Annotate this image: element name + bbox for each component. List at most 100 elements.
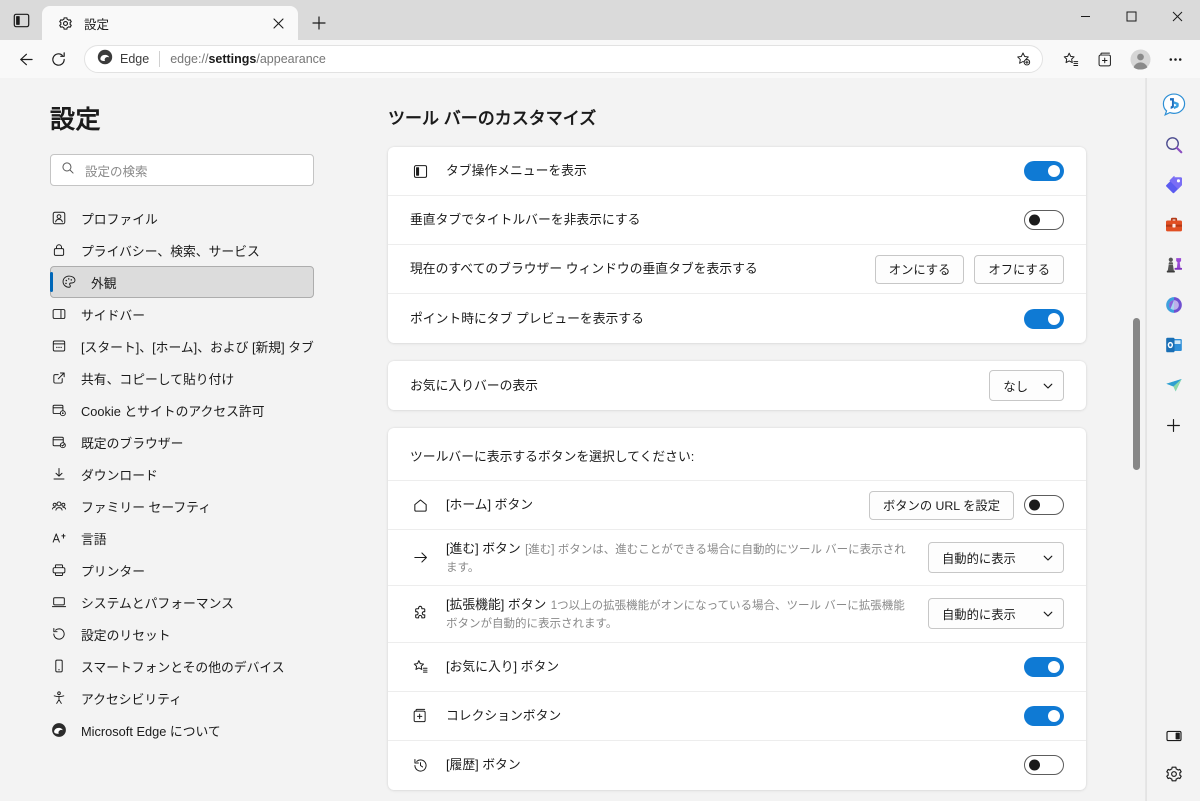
more-options-icon[interactable] bbox=[1158, 44, 1192, 74]
row-text: [履歴] ボタン bbox=[446, 746, 1010, 783]
sidebar-item-accessibility[interactable]: アクセシビリティ bbox=[0, 682, 338, 714]
family-safety-icon bbox=[50, 497, 68, 515]
scrollbar-thumb[interactable] bbox=[1133, 318, 1140, 470]
sidebar-item-label: ダウンロード bbox=[81, 467, 158, 483]
row-control bbox=[1024, 705, 1064, 726]
row-show-favorites-bar[interactable]: お気に入りバーの表示 なし bbox=[388, 361, 1086, 410]
row-collections-button[interactable]: コレクションボタン bbox=[388, 692, 1086, 741]
row-favorites-button[interactable]: [お気に入り] ボタン bbox=[388, 643, 1086, 692]
card-tab-settings: タブ操作メニューを表示 垂直タブでタイトルバーを非表示にする 現在のすべてのブラ… bbox=[388, 147, 1086, 343]
row-history-button[interactable]: [履歴] ボタン bbox=[388, 741, 1086, 790]
sidebar-item-cookies-site-permissions[interactable]: Cookie とサイトのアクセス許可 bbox=[0, 394, 338, 426]
close-button[interactable] bbox=[1154, 0, 1200, 32]
maximize-button[interactable] bbox=[1108, 0, 1154, 32]
window-controls bbox=[1062, 0, 1200, 40]
row-text: コレクションボタン bbox=[446, 697, 1010, 734]
edge-logo-icon bbox=[97, 49, 113, 70]
sidebar-item-share-copy-paste[interactable]: 共有、コピーして貼り付け bbox=[0, 362, 338, 394]
turn-off-button[interactable]: オフにする bbox=[974, 254, 1064, 284]
games-chess-icon[interactable] bbox=[1157, 248, 1191, 282]
sidebar-item-family-safety[interactable]: ファミリー セーフティ bbox=[0, 490, 338, 522]
edge-brand-indicator: Edge bbox=[97, 49, 149, 70]
copilot-bing-icon[interactable] bbox=[1157, 88, 1191, 122]
address-bar[interactable]: Edge edge://settings/appearance bbox=[84, 45, 1043, 73]
sidebar-item-label: 設定のリセット bbox=[81, 627, 171, 643]
close-icon[interactable] bbox=[266, 11, 290, 35]
sidebar-item-system-performance[interactable]: システムとパフォーマンス bbox=[0, 586, 338, 618]
sidebar-item-start-home-new-tabs[interactable]: [スタート]、[ホーム]、および [新規] タブ bbox=[0, 330, 338, 362]
row-show-tab-actions-menu[interactable]: タブ操作メニューを表示 bbox=[388, 147, 1086, 196]
search-input[interactable]: 設定の検索 bbox=[50, 154, 314, 186]
search-input-placeholder: 設定の検索 bbox=[85, 164, 148, 179]
browser-toolbar: Edge edge://settings/appearance bbox=[0, 40, 1200, 78]
toggle-hide-titlebar-vertical-tabs[interactable] bbox=[1024, 210, 1064, 230]
sidebar-item-downloads[interactable]: ダウンロード bbox=[0, 458, 338, 490]
row-show-vertical-tabs-all-windows[interactable]: 現在のすべてのブラウザー ウィンドウの垂直タブを表示する オンにする オフにする bbox=[388, 245, 1086, 294]
row-control bbox=[1024, 656, 1064, 677]
settings-search-wrap: 設定の検索 bbox=[0, 154, 338, 186]
edge-sidebar bbox=[1146, 78, 1200, 801]
tab-actions-menu-button[interactable] bbox=[0, 0, 42, 40]
dropdown-extensions-button[interactable]: 自動的に表示 bbox=[928, 598, 1064, 630]
sidebar-item-printers[interactable]: プリンター bbox=[0, 554, 338, 586]
sidebar-item-languages[interactable]: 言語 bbox=[0, 522, 338, 554]
search-icon[interactable] bbox=[1157, 128, 1191, 162]
back-button[interactable] bbox=[8, 44, 40, 74]
dropdown-forward-button[interactable]: 自動的に表示 bbox=[928, 542, 1064, 574]
profile-avatar[interactable] bbox=[1123, 44, 1157, 74]
add-favorite-icon[interactable] bbox=[1010, 47, 1036, 71]
row-control bbox=[1024, 210, 1064, 230]
dropdown-show-favorites-bar[interactable]: なし bbox=[989, 370, 1064, 401]
toggle-show-tab-actions-menu[interactable] bbox=[1024, 161, 1064, 181]
turn-on-button[interactable]: オンにする bbox=[874, 254, 965, 284]
row-extensions-button[interactable]: [拡張機能] ボタン 1つ以上の拡張機能がオンになっている場合、ツール バーに拡… bbox=[388, 586, 1086, 643]
sidebar-item-about-microsoft-edge[interactable]: Microsoft Edge について bbox=[0, 714, 338, 746]
toggle-home-button[interactable] bbox=[1024, 495, 1064, 515]
language-icon bbox=[50, 529, 68, 547]
sidebar-item-label: [スタート]、[ホーム]、および [新規] タブ bbox=[81, 339, 314, 355]
vertical-scrollbar[interactable] bbox=[1133, 78, 1142, 801]
sidebar-settings-gear-icon[interactable] bbox=[1157, 757, 1191, 791]
microsoft-365-icon[interactable] bbox=[1157, 288, 1191, 322]
outlook-icon[interactable] bbox=[1157, 328, 1191, 362]
sidebar-item-sidebar[interactable]: サイドバー bbox=[0, 298, 338, 330]
card-favorites-bar: お気に入りバーの表示 なし bbox=[388, 361, 1086, 410]
sidebar-item-label: Cookie とサイトのアクセス許可 bbox=[81, 403, 265, 419]
toggle-history-button[interactable] bbox=[1024, 755, 1064, 776]
row-text: タブ操作メニューを表示 bbox=[446, 152, 1010, 189]
add-sidebar-app-icon[interactable] bbox=[1157, 408, 1191, 442]
row-control: 自動的に表示 bbox=[928, 598, 1064, 630]
sidebar-item-default-browser[interactable]: 既定のブラウザー bbox=[0, 426, 338, 458]
row-home-button[interactable]: [ホーム] ボタン ボタンの URL を設定 bbox=[388, 481, 1086, 530]
toggle-favorites-button[interactable] bbox=[1024, 656, 1064, 677]
sidebar-toggle-icon[interactable] bbox=[1157, 719, 1191, 753]
row-hide-titlebar-vertical-tabs[interactable]: 垂直タブでタイトルバーを非表示にする bbox=[388, 196, 1086, 245]
sidebar-item-privacy-search-services[interactable]: プライバシー、検索、サービス bbox=[0, 234, 338, 266]
reset-settings-icon bbox=[50, 625, 68, 643]
drop-icon[interactable] bbox=[1157, 368, 1191, 402]
row-label: コレクションボタン bbox=[446, 707, 562, 723]
row-control bbox=[1024, 308, 1064, 329]
title-bar: 設定 bbox=[0, 0, 1200, 40]
set-button-url-button[interactable]: ボタンの URL を設定 bbox=[868, 490, 1014, 520]
favorites-icon[interactable] bbox=[1053, 44, 1087, 74]
tools-briefcase-icon[interactable] bbox=[1157, 208, 1191, 242]
accessibility-icon bbox=[50, 689, 68, 707]
row-forward-button[interactable]: [進む] ボタン [進む] ボタンは、進むことができる場合に自動的にツール バー… bbox=[388, 530, 1086, 587]
sidebar-item-phone-other-devices[interactable]: スマートフォンとその他のデバイス bbox=[0, 650, 338, 682]
new-tab-button[interactable] bbox=[302, 6, 336, 40]
browser-tab[interactable]: 設定 bbox=[42, 6, 298, 40]
row-label: [進む] ボタン bbox=[446, 541, 521, 556]
shopping-tag-icon[interactable] bbox=[1157, 168, 1191, 202]
sidebar-item-appearance[interactable]: 外観 bbox=[50, 266, 314, 298]
minimize-button[interactable] bbox=[1062, 0, 1108, 32]
refresh-button[interactable] bbox=[42, 44, 74, 74]
sidebar-item-reset-settings[interactable]: 設定のリセット bbox=[0, 618, 338, 650]
download-icon bbox=[50, 465, 68, 483]
collections-icon[interactable] bbox=[1088, 44, 1122, 74]
toggle-collections-button[interactable] bbox=[1024, 705, 1064, 726]
dropdown-value: なし bbox=[1003, 379, 1028, 394]
row-show-tab-preview-on-hover[interactable]: ポイント時にタブ プレビューを表示する bbox=[388, 294, 1086, 343]
toggle-show-tab-preview-on-hover[interactable] bbox=[1024, 308, 1064, 329]
sidebar-item-profiles[interactable]: プロファイル bbox=[0, 202, 338, 234]
